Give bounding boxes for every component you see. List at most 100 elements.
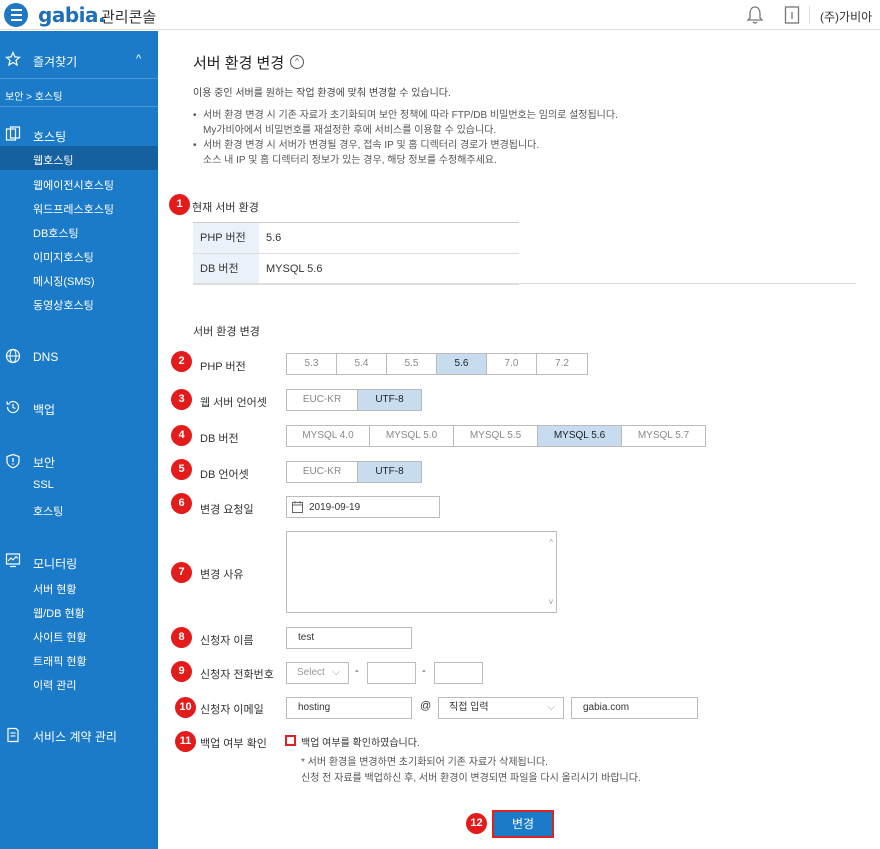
info-bullet: • 서버 환경 변경 시 기존 자료가 초기화되며 보안 정책에 따라 FTP/… xyxy=(193,110,618,136)
step-badge: 3 xyxy=(171,389,192,410)
sidebar-item-contract[interactable]: 서비스 계약 관리 xyxy=(33,728,117,745)
backup-confirm-label: 백업 여부 확인 xyxy=(200,738,267,750)
notice-icon[interactable] xyxy=(784,5,800,25)
globe-icon xyxy=(5,348,21,364)
php-option-selected[interactable]: 5.6 xyxy=(437,354,487,374)
step-badge: 10 xyxy=(175,697,196,718)
sidebar-active-highlight xyxy=(0,146,158,170)
reason-textarea[interactable]: ^ v xyxy=(286,531,557,613)
backup-checkbox[interactable] xyxy=(285,735,296,746)
top-bar: gabia. 관리콘솔 (주)가비아 xyxy=(0,0,880,30)
php-version-key: PHP 버전 xyxy=(193,223,259,253)
php-option[interactable]: 5.5 xyxy=(387,354,437,374)
console-title: 관리콘솔 xyxy=(101,9,157,26)
shield-icon xyxy=(6,453,20,469)
db-option[interactable]: MYSQL 5.7 xyxy=(622,426,705,446)
sidebar-item-monitoring[interactable]: 모니터링 xyxy=(33,555,77,572)
step-badge: 5 xyxy=(171,459,192,480)
bell-icon[interactable] xyxy=(746,5,764,25)
sidebar-item-video-hosting[interactable]: 동영상호스팅 xyxy=(33,297,94,313)
phone-middle-input[interactable] xyxy=(367,662,416,684)
sidebar-item-wordpress-hosting[interactable]: 워드프레스호스팅 xyxy=(33,201,114,217)
page-intro: 이용 중인 서버를 원하는 작업 환경에 맞춰 변경할 수 있습니다. xyxy=(193,88,451,99)
table-row: DB 버전 MYSQL 5.6 xyxy=(193,254,519,285)
scroll-up-icon[interactable]: ^ xyxy=(549,538,553,547)
chevron-up-icon: ^ xyxy=(136,53,142,65)
db-option[interactable]: MYSQL 5.5 xyxy=(454,426,538,446)
php-version-value: 5.6 xyxy=(266,232,282,244)
db-option[interactable]: MYSQL 4.0 xyxy=(287,426,370,446)
applicant-name-input[interactable]: test xyxy=(286,627,412,649)
db-charset-selector: EUC-KR UTF-8 xyxy=(286,461,422,483)
current-env-heading: 현재 서버 환경 xyxy=(192,202,259,214)
step-badge: 9 xyxy=(171,661,192,682)
info-bullet: • 서버 환경 변경 시 서버가 변경될 경우, 접속 IP 및 홈 디렉터리 … xyxy=(193,140,540,166)
php-version-selector: 5.3 5.4 5.5 5.6 7.0 7.2 xyxy=(286,353,588,375)
step-badge: 8 xyxy=(171,627,192,648)
applicant-email-label: 신청자 이메일 xyxy=(200,704,264,716)
current-env-table: PHP 버전 5.6 DB 버전 MYSQL 5.6 xyxy=(193,222,519,285)
step-badge: 1 xyxy=(169,194,190,215)
user-menu[interactable]: (주)가비아 xyxy=(820,8,872,25)
request-date-label: 변경 요청일 xyxy=(200,504,254,516)
top-divider xyxy=(809,6,810,24)
sidebar-item-security-hosting[interactable]: 호스팅 xyxy=(33,503,63,519)
backup-checkbox-label[interactable]: 백업 여부를 확인하였습니다. xyxy=(301,734,420,749)
php-option[interactable]: 7.2 xyxy=(537,354,587,374)
star-icon xyxy=(5,51,21,67)
phone-prefix-select[interactable]: Select ⌵ xyxy=(286,662,349,684)
php-option[interactable]: 7.0 xyxy=(487,354,537,374)
phone-dash: - xyxy=(355,665,359,677)
email-domain-select[interactable]: 직접 입력 ⌵ xyxy=(438,697,564,719)
sidebar-item-hosting[interactable]: 호스팅 xyxy=(33,128,66,145)
chevron-down-icon: ⌵ xyxy=(547,702,555,713)
web-charset-label: 웹 서버 언어셋 xyxy=(200,397,267,409)
phone-dash: - xyxy=(422,665,426,677)
email-id-input[interactable]: hosting xyxy=(286,697,412,719)
sidebar-item-history[interactable]: 이력 관리 xyxy=(33,677,77,693)
sidebar-item-db-hosting[interactable]: DB호스팅 xyxy=(33,225,79,241)
sidebar-item-agency-hosting[interactable]: 웹에이전시호스팅 xyxy=(33,177,114,193)
php-option[interactable]: 5.3 xyxy=(287,354,337,374)
db-version-value: MYSQL 5.6 xyxy=(266,263,323,275)
sidebar-item-backup[interactable]: 백업 xyxy=(33,401,55,418)
main-content: 서버 환경 변경 ^ 이용 중인 서버를 원하는 작업 환경에 맞춰 변경할 수… xyxy=(158,31,880,849)
db-version-label: DB 버전 xyxy=(200,433,239,445)
sidebar-item-ssl[interactable]: SSL xyxy=(33,479,54,491)
sidebar-item-server-status[interactable]: 서버 현황 xyxy=(33,581,77,597)
request-date-field[interactable]: 2019-09-19 xyxy=(286,496,440,518)
sidebar-item-security[interactable]: 보안 xyxy=(33,454,55,471)
web-charset-option-selected[interactable]: UTF-8 xyxy=(358,390,421,410)
sidebar-item-web-hosting[interactable]: 웹호스팅 xyxy=(33,152,73,168)
chevron-up-icon[interactable]: ^ xyxy=(290,55,304,69)
favorites-label: 즐겨찾기 xyxy=(33,55,78,69)
sidebar-breadcrumb[interactable]: 보안 > 호스팅 xyxy=(5,88,62,103)
applicant-phone-label: 신청자 전화번호 xyxy=(200,669,274,681)
sidebar-item-traffic-status[interactable]: 트래픽 현황 xyxy=(33,653,87,669)
gabia-logo[interactable]: gabia. xyxy=(38,3,106,27)
hamburger-menu-icon[interactable] xyxy=(4,3,28,27)
email-domain-input[interactable]: gabia.com xyxy=(571,697,698,719)
sidebar-item-site-status[interactable]: 사이트 현황 xyxy=(33,629,87,645)
db-option-selected[interactable]: MYSQL 5.6 xyxy=(538,426,622,446)
sidebar-item-webdb-status[interactable]: 웹/DB 현황 xyxy=(33,605,85,621)
db-option[interactable]: MYSQL 5.0 xyxy=(370,426,454,446)
web-charset-option[interactable]: EUC-KR xyxy=(287,390,358,410)
db-charset-option-selected[interactable]: UTF-8 xyxy=(358,462,421,482)
favorites-toggle[interactable]: 즐겨찾기 ^ xyxy=(0,31,158,79)
step-badge: 12 xyxy=(466,813,487,834)
sidebar-item-image-hosting[interactable]: 이미지호스팅 xyxy=(33,249,94,265)
phone-last-input[interactable] xyxy=(434,662,483,684)
sidebar-item-dns[interactable]: DNS xyxy=(33,350,58,364)
php-version-label: PHP 버전 xyxy=(200,361,246,373)
scroll-down-icon[interactable]: v xyxy=(549,597,553,606)
chevron-down-icon: ⌵ xyxy=(332,667,340,678)
php-option[interactable]: 5.4 xyxy=(337,354,387,374)
db-version-selector: MYSQL 4.0 MYSQL 5.0 MYSQL 5.5 MYSQL 5.6 … xyxy=(286,425,706,447)
db-charset-option[interactable]: EUC-KR xyxy=(287,462,358,482)
change-submit-button[interactable]: 변경 xyxy=(492,810,554,838)
sidebar-item-sms[interactable]: 메시징(SMS) xyxy=(33,273,95,289)
db-version-key: DB 버전 xyxy=(193,254,259,284)
backup-icon xyxy=(6,400,20,414)
monitor-icon xyxy=(5,553,21,568)
